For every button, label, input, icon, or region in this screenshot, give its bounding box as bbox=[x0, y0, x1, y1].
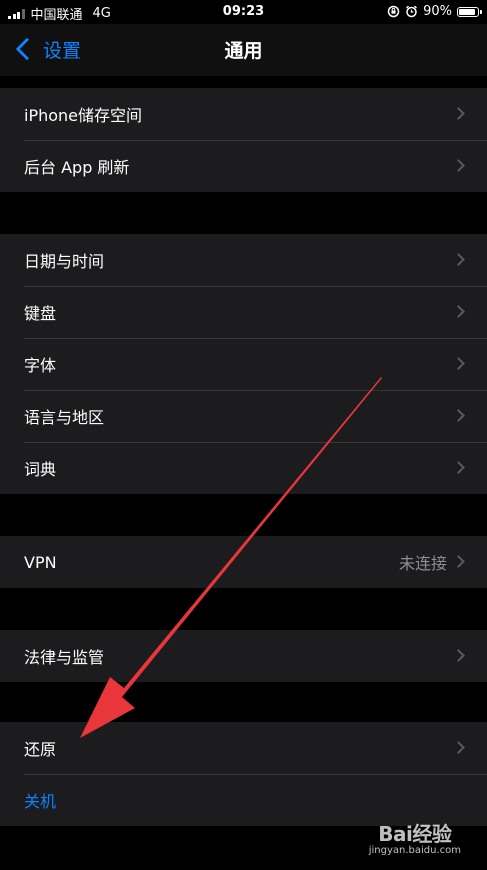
row-fonts[interactable]: 字体 bbox=[0, 338, 487, 390]
alarm-icon bbox=[406, 5, 418, 18]
row-label: 还原 bbox=[24, 740, 57, 759]
row-background-app-refresh[interactable]: 后台 App 刷新 bbox=[0, 140, 487, 192]
chevron-right-icon bbox=[452, 253, 465, 266]
shutdown-label: 关机 bbox=[24, 792, 57, 811]
chevron-left-icon bbox=[15, 37, 39, 61]
chevron-right-icon bbox=[452, 741, 465, 754]
vpn-status: 未连接 bbox=[398, 554, 447, 573]
watermark-url: jingyan.baidu.com bbox=[368, 845, 461, 856]
row-legal-regulatory[interactable]: 法律与监管 bbox=[0, 630, 487, 682]
orientation-lock-icon bbox=[387, 5, 400, 18]
row-iphone-storage[interactable]: iPhone储存空间 bbox=[0, 88, 487, 140]
row-label: 语言与地区 bbox=[24, 408, 105, 427]
row-date-time[interactable]: 日期与时间 bbox=[0, 234, 487, 286]
row-label: 字体 bbox=[24, 356, 57, 375]
watermark-logo: Bai经验 bbox=[378, 822, 452, 846]
carrier-name: 中国联通 bbox=[30, 8, 83, 23]
battery-percent: 90% bbox=[423, 4, 452, 19]
row-label: VPN bbox=[24, 552, 57, 572]
row-label: 日期与时间 bbox=[24, 252, 105, 271]
chevron-right-icon bbox=[452, 555, 465, 568]
network-type: 4G bbox=[92, 6, 111, 21]
status-bar: 中国联通 4G 09:23 90% bbox=[0, 0, 487, 24]
row-label: 键盘 bbox=[24, 304, 57, 323]
row-label: 词典 bbox=[24, 460, 57, 479]
row-vpn[interactable]: VPN 未连接 bbox=[0, 536, 487, 588]
chevron-right-icon bbox=[452, 409, 465, 422]
status-right: 90% bbox=[387, 4, 482, 19]
chevron-right-icon bbox=[452, 305, 465, 318]
battery-icon bbox=[457, 6, 482, 17]
row-reset[interactable]: 还原 bbox=[0, 722, 487, 774]
signal-strength-icon bbox=[8, 8, 25, 19]
chevron-right-icon bbox=[452, 649, 465, 662]
chevron-right-icon bbox=[452, 357, 465, 370]
chevron-right-icon bbox=[452, 461, 465, 474]
row-language-region[interactable]: 语言与地区 bbox=[0, 390, 487, 442]
settings-group-vpn: VPN 未连接 bbox=[0, 536, 487, 588]
settings-group-storage: iPhone储存空间 后台 App 刷新 bbox=[0, 88, 487, 192]
settings-group-reset: 还原 关机 bbox=[0, 722, 487, 826]
settings-group-legal: 法律与监管 bbox=[0, 630, 487, 682]
back-button[interactable]: 设置 bbox=[14, 34, 81, 64]
row-label: 后台 App 刷新 bbox=[24, 158, 130, 177]
chevron-right-icon bbox=[452, 159, 465, 172]
nav-bar: 设置 通用 bbox=[0, 24, 487, 76]
back-label: 设置 bbox=[43, 39, 82, 62]
row-dictionary[interactable]: 词典 bbox=[0, 442, 487, 494]
baidu-jingyan-watermark: Bai经验 jingyan.baidu.com bbox=[369, 818, 461, 856]
settings-group-input: 日期与时间 键盘 字体 语言与地区 词典 bbox=[0, 234, 487, 494]
row-label: iPhone储存空间 bbox=[24, 106, 143, 125]
chevron-right-icon bbox=[452, 107, 465, 120]
status-left: 中国联通 4G bbox=[8, 4, 111, 23]
row-keyboard[interactable]: 键盘 bbox=[0, 286, 487, 338]
row-label: 法律与监管 bbox=[24, 648, 105, 667]
